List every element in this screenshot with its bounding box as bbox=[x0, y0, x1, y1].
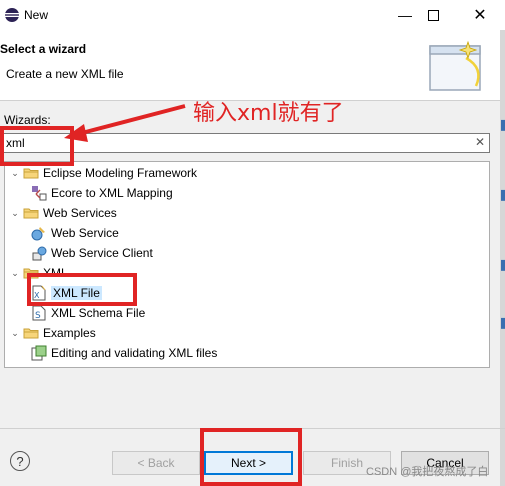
tree-item-label: XML bbox=[43, 266, 68, 280]
ecore-mapping-icon bbox=[31, 185, 47, 201]
maximize-button[interactable] bbox=[413, 0, 453, 30]
close-icon: ✕ bbox=[473, 7, 487, 24]
svg-text:S: S bbox=[35, 311, 41, 321]
folder-icon bbox=[23, 265, 39, 281]
tree-item[interactable]: X XML File bbox=[31, 283, 102, 303]
back-button[interactable]: < Back bbox=[112, 451, 200, 475]
annotation-arrow bbox=[64, 104, 186, 142]
svg-text:X: X bbox=[34, 291, 40, 300]
help-button[interactable]: ? bbox=[10, 451, 30, 471]
edge-mark: █ bbox=[501, 120, 505, 130]
close-window-button[interactable]: ✕ bbox=[460, 0, 500, 30]
next-button[interactable]: Next > bbox=[204, 451, 293, 475]
wizard-header: Select a wizard Create a new XML file bbox=[0, 30, 505, 100]
clear-filter-icon[interactable]: ✕ bbox=[475, 135, 485, 149]
expand-chevron-icon[interactable]: ⌄ bbox=[9, 328, 21, 339]
web-service-client-icon bbox=[31, 245, 47, 261]
new-wizard-banner-icon bbox=[429, 40, 481, 91]
title-bar: New — ✕ bbox=[0, 0, 505, 30]
expand-chevron-icon[interactable]: ⌄ bbox=[9, 268, 21, 279]
eclipse-app-icon bbox=[5, 8, 19, 22]
annotation-text: 输入xml就有了 bbox=[193, 101, 344, 126]
tree-item-label: Web Service bbox=[51, 226, 119, 240]
page-description: Create a new XML file bbox=[6, 67, 124, 81]
folder-icon bbox=[23, 205, 39, 221]
folder-icon bbox=[23, 165, 39, 181]
tree-item-label: XML File bbox=[51, 286, 102, 300]
xml-file-icon: X bbox=[31, 285, 47, 301]
expand-chevron-icon[interactable]: ⌄ bbox=[9, 168, 21, 179]
page-title: Select a wizard bbox=[0, 42, 87, 56]
expand-chevron-icon[interactable]: ⌄ bbox=[9, 208, 21, 219]
window-edge bbox=[500, 30, 505, 486]
minimize-icon: — bbox=[398, 7, 412, 23]
tree-category[interactable]: ⌄ Web Services bbox=[9, 203, 117, 223]
window-title: New bbox=[24, 8, 49, 22]
xml-schema-icon: S bbox=[31, 305, 47, 321]
tree-category[interactable]: ⌄ Examples bbox=[9, 323, 96, 343]
tree-item[interactable]: Web Service bbox=[31, 223, 119, 243]
help-icon: ? bbox=[16, 454, 24, 469]
example-icon bbox=[31, 345, 47, 361]
watermark-text: CSDN @我把夜熬成了白 bbox=[366, 466, 489, 478]
tree-item[interactable]: Ecore to XML Mapping bbox=[31, 183, 173, 203]
tree-item[interactable]: Editing and validating XML files bbox=[31, 343, 217, 363]
tree-category[interactable]: ⌄ Eclipse Modeling Framework bbox=[9, 163, 197, 183]
tree-item-label: Examples bbox=[43, 326, 96, 340]
tree-item-label: Web Service Client bbox=[51, 246, 153, 260]
web-service-icon bbox=[31, 225, 47, 241]
edge-mark: █ bbox=[501, 190, 505, 200]
tree-item-label: Eclipse Modeling Framework bbox=[43, 166, 198, 180]
button-bar-separator bbox=[0, 428, 505, 429]
tree-item-label: XML Schema File bbox=[51, 306, 146, 320]
folder-icon bbox=[23, 325, 39, 341]
maximize-icon bbox=[427, 9, 439, 21]
tree-item-label: Ecore to XML Mapping bbox=[51, 186, 173, 200]
edge-mark: █ bbox=[501, 260, 505, 270]
tree-item-label: Web Services bbox=[43, 206, 117, 220]
tree-item[interactable]: Web Service Client bbox=[31, 243, 153, 263]
edge-mark: █ bbox=[501, 318, 505, 328]
wizards-label: Wizards: bbox=[4, 113, 51, 127]
tree-item[interactable]: S XML Schema File bbox=[31, 303, 145, 323]
tree-category[interactable]: ⌄ XML bbox=[9, 263, 68, 283]
wizard-tree[interactable]: ⌄ Eclipse Modeling Framework Ecore to XML … bbox=[4, 161, 490, 368]
tree-item-label: Editing and validating XML files bbox=[51, 346, 218, 360]
